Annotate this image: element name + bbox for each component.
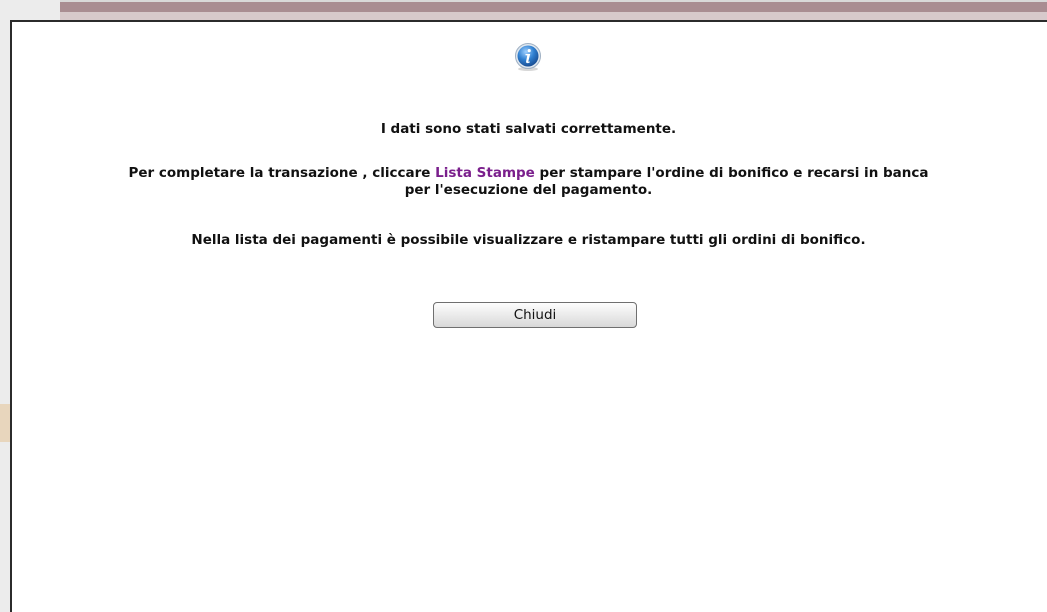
lista-stampe-link[interactable]: Lista Stampe <box>435 165 535 181</box>
background-left-accent <box>0 404 10 442</box>
close-button[interactable]: Chiudi <box>433 302 637 328</box>
instruction-text-line2: per l'esecuzione del pagamento. <box>404 182 653 198</box>
payments-list-note: Nella lista dei pagamenti è possibile vi… <box>191 232 866 248</box>
instruction-message: Per completare la transazione , cliccare… <box>10 165 1047 199</box>
instruction-text-prefix: Per completare la transazione , cliccare <box>128 165 436 181</box>
info-icon <box>515 43 541 71</box>
background-header-shadow <box>60 12 1047 20</box>
instruction-text-suffix: per stampare l'ordine di bonifico e reca… <box>534 165 929 181</box>
success-message: I dati sono stati salvati correttamente. <box>380 121 677 137</box>
